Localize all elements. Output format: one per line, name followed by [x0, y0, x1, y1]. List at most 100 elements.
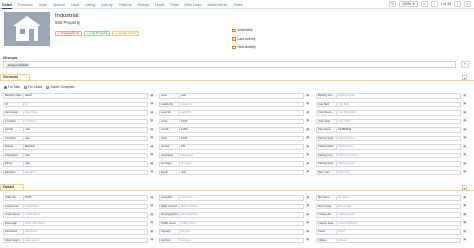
field-input[interactable]: 5,017	[179, 135, 304, 141]
field-input[interactable]: Amenities	[179, 195, 304, 201]
field-menu-icon[interactable]: ▤	[463, 135, 467, 140]
field-input[interactable]: Frontage	[179, 161, 304, 167]
field-menu-icon[interactable]: ▤	[150, 229, 154, 234]
field-menu-icon[interactable]: ▤	[150, 212, 154, 217]
field-menu-icon[interactable]: ▤	[306, 144, 310, 149]
last-activity-link[interactable]: + Last Activity	[232, 35, 256, 44]
field-input[interactable]: Rear Yard	[336, 169, 461, 175]
field-menu-icon[interactable]: ▤	[150, 195, 154, 200]
field-input[interactable]: Demographics	[179, 212, 304, 218]
field-input[interactable]: Major Tenants	[179, 203, 304, 209]
create-comp-button[interactable]: + Create Comp	[112, 31, 139, 36]
field-input[interactable]: Parking Covered	[336, 152, 461, 158]
field-menu-icon[interactable]: ▤	[306, 118, 310, 123]
field-menu-icon[interactable]: ▤	[463, 101, 467, 106]
field-menu-icon[interactable]: ▤	[150, 135, 154, 140]
field-input[interactable]: new	[179, 93, 304, 99]
field-input[interactable]: new	[23, 127, 148, 133]
field-menu-icon[interactable]: ▤	[463, 220, 467, 225]
field-input[interactable]: Load Factor	[23, 203, 148, 209]
groups-input[interactable]: Group Industrial	[3, 61, 456, 68]
field-menu-icon[interactable]: ▤	[306, 237, 310, 242]
field-input[interactable]: Max Contig	[336, 203, 461, 209]
field-input[interactable]: Dock High Doors	[23, 220, 148, 226]
field-menu-icon[interactable]: ▤	[306, 93, 310, 98]
field-menu-icon[interactable]: ▤	[463, 195, 467, 200]
tab-special[interactable]: Special	[53, 2, 65, 9]
field-menu-icon[interactable]: ▤	[150, 237, 154, 242]
field-input[interactable]: new	[23, 135, 148, 141]
field-input[interactable]: class?	[23, 93, 148, 99]
tab-listing[interactable]: Listing	[85, 2, 95, 9]
field-input[interactable]: Utilities	[336, 237, 461, 243]
field-input[interactable]: Year Built	[336, 101, 461, 107]
tab-history[interactable]: History	[138, 2, 149, 9]
field-menu-icon[interactable]: ▤	[150, 220, 154, 225]
field-input[interactable]: new	[179, 169, 304, 175]
field-menu-icon[interactable]: ▤	[150, 144, 154, 149]
field-menu-icon[interactable]: ▤	[463, 203, 467, 208]
field-input[interactable]: 3,200	[179, 127, 304, 133]
field-input[interactable]: 5,675	[23, 195, 148, 201]
field-menu-icon[interactable]: ▤	[306, 110, 310, 115]
field-menu-icon[interactable]: ▤	[306, 203, 310, 208]
field-input[interactable]: Clear Height	[23, 237, 148, 243]
field-menu-icon[interactable]: ▤	[306, 101, 310, 106]
refresh-icon[interactable]: ↻	[389, 1, 397, 7]
zoom-select[interactable]: 100% ▾	[399, 1, 418, 7]
field-input[interactable]: Grade Doors	[23, 212, 148, 218]
field-menu-icon[interactable]: ▤	[306, 152, 310, 157]
field-menu-icon[interactable]: ▤	[150, 118, 154, 123]
field-menu-icon[interactable]: ▤	[150, 203, 154, 208]
field-input[interactable]: Bluntedt	[23, 144, 148, 150]
field-input[interactable]: Traffic Count	[179, 220, 304, 226]
tab-leads[interactable]: Leads	[155, 2, 165, 9]
field-input[interactable]: Usable SF	[179, 101, 304, 107]
prev-page-icon[interactable]: ‹	[430, 1, 438, 7]
field-menu-icon[interactable]: ▤	[463, 127, 467, 132]
field-input[interactable]: Anchors	[179, 237, 304, 243]
tab-formulas[interactable]: Formulas	[18, 2, 33, 9]
field-menu-icon[interactable]: ▤	[150, 127, 154, 132]
field-input[interactable]: Rail Doors	[23, 229, 148, 235]
field-input[interactable]: Separated	[179, 152, 304, 158]
field-menu-icon[interactable]: ▤	[150, 110, 154, 115]
field-input[interactable]: Min Divisi	[336, 195, 461, 201]
collapse-icon[interactable]: ▲	[462, 185, 467, 190]
tab-units[interactable]: Units	[39, 2, 47, 9]
amenities-link[interactable]: + Amenities	[232, 26, 256, 35]
field-input[interactable]: new	[23, 152, 148, 158]
field-input[interactable]: Year Clear	[336, 118, 461, 124]
field-input[interactable]: 0.074	[179, 118, 304, 124]
tab-detail[interactable]: Detail	[2, 2, 12, 9]
field-input[interactable]: Parking Space	[336, 161, 461, 167]
field-menu-icon[interactable]: ▤	[150, 93, 154, 98]
field-input[interactable]: 10/18/2024	[336, 127, 461, 133]
field-menu-icon[interactable]: ▤	[150, 101, 154, 106]
property-photo[interactable]	[4, 12, 50, 46]
radio-owner-occupied[interactable]: Owner Occupied	[46, 85, 74, 89]
field-menu-icon[interactable]: ▤	[463, 229, 467, 234]
field-menu-icon[interactable]: ▤	[306, 220, 310, 225]
pin-icon[interactable]: ✦	[461, 61, 469, 68]
last-property-button[interactable]: + Last Property	[83, 31, 111, 36]
field-menu-icon[interactable]: ▤	[306, 212, 310, 217]
tab-activity[interactable]: Activity	[101, 2, 112, 9]
field-input[interactable]: Condition	[23, 118, 148, 124]
field-input[interactable]: 157	[179, 144, 304, 150]
last-page-icon[interactable]: »	[464, 1, 471, 7]
field-input[interactable]: Building Status	[336, 93, 461, 99]
field-menu-icon[interactable]: ▤	[463, 144, 467, 149]
tab-notes[interactable]: Notes	[233, 2, 242, 9]
tab-land[interactable]: Land	[71, 2, 79, 9]
field-menu-icon[interactable]: ▤	[306, 229, 310, 234]
field-input[interactable]: Elevation	[23, 169, 148, 175]
field-menu-icon[interactable]: ▤	[150, 161, 154, 166]
radio-for-lease[interactable]: For Lease	[24, 85, 42, 89]
field-input[interactable]: Parking Ratio	[336, 144, 461, 150]
field-menu-icon[interactable]: ▤	[306, 127, 310, 132]
field-input[interactable]: Parking Space	[336, 135, 461, 141]
next-page-icon[interactable]: ›	[454, 1, 461, 7]
field-input[interactable]: Land SF	[179, 110, 304, 116]
field-input[interactable]: new	[23, 161, 148, 167]
